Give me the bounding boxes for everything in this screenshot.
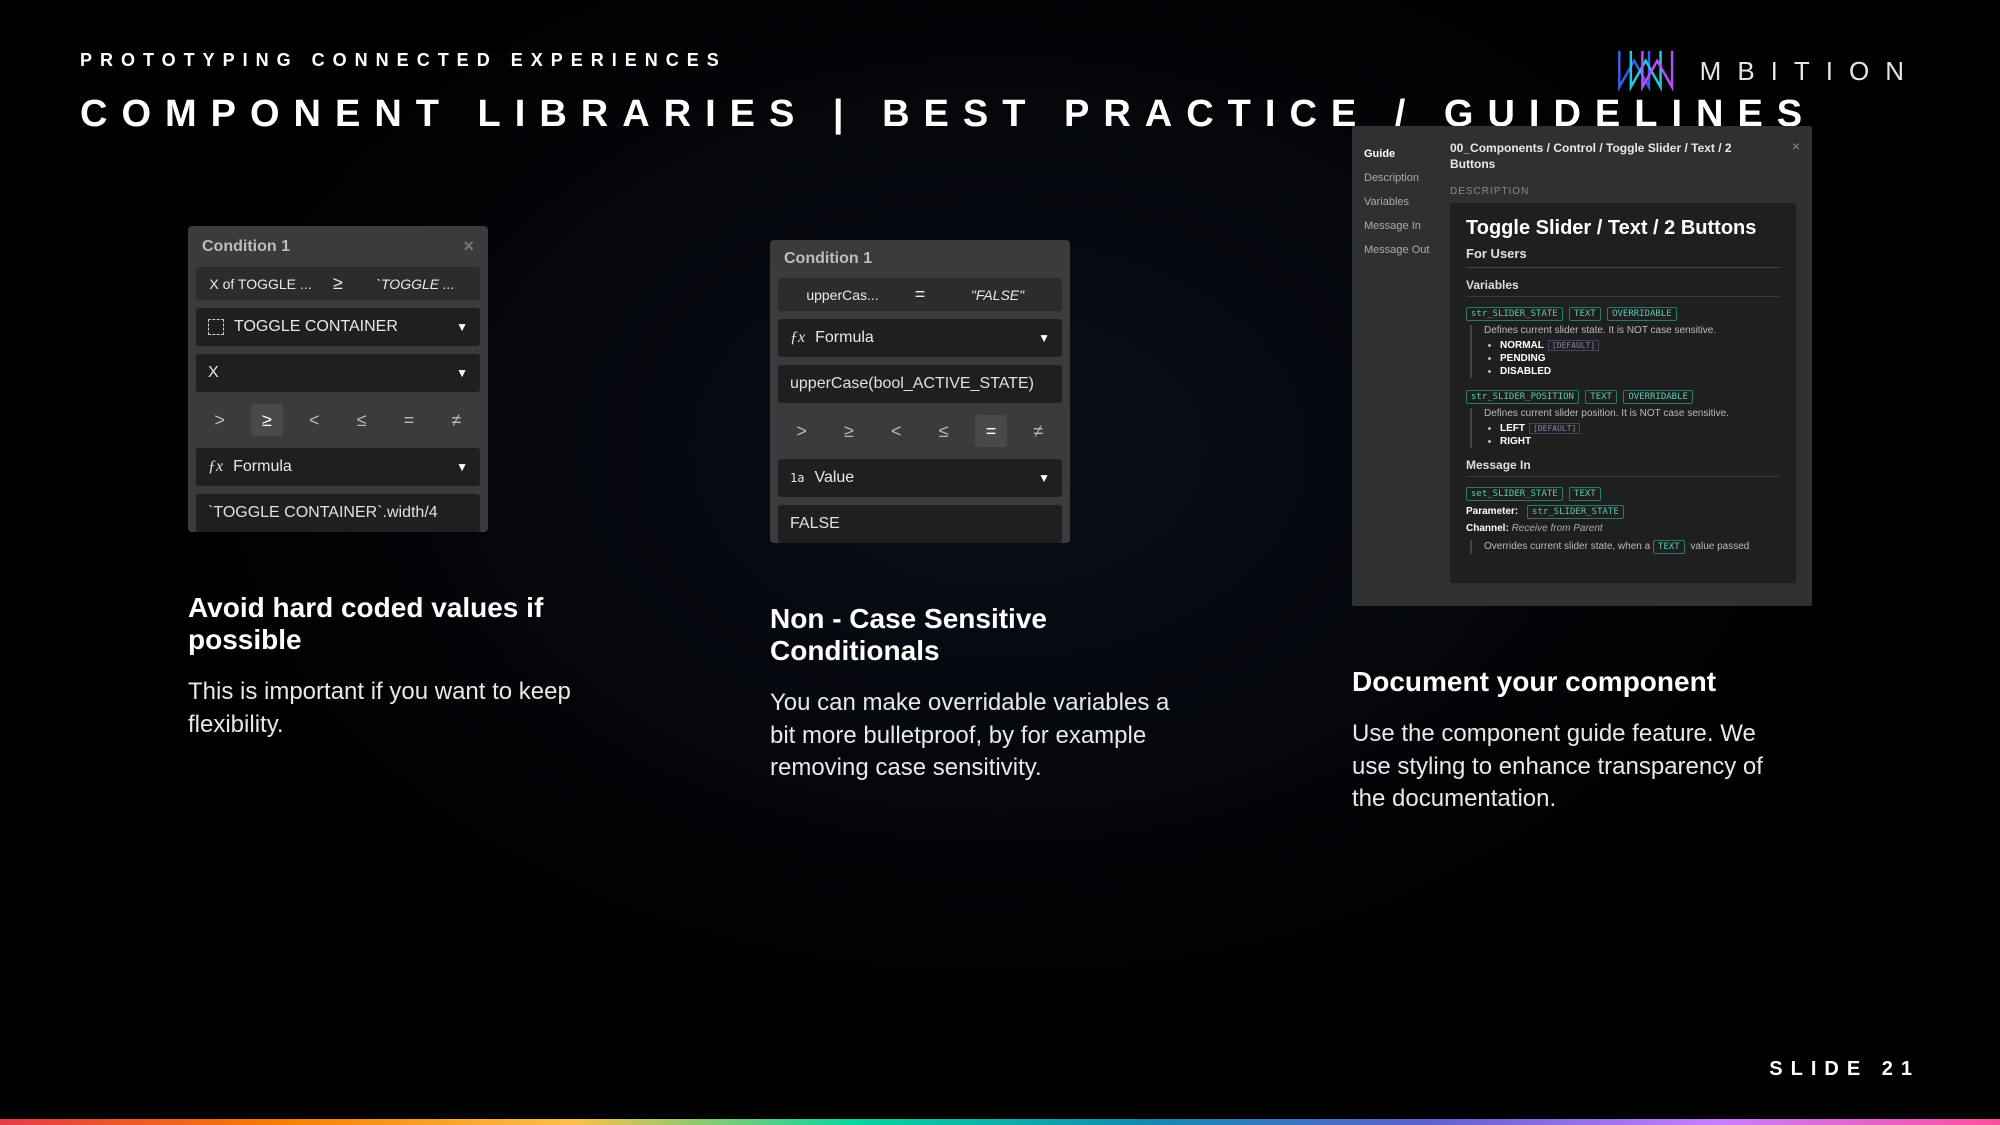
column-body: This is important if you want to keep fl… — [188, 676, 608, 741]
tag: TEXT — [1569, 307, 1601, 321]
op-eq[interactable]: = — [393, 404, 425, 436]
column-title: Avoid hard coded values if possible — [188, 592, 630, 656]
panel-title: Condition 1 — [784, 250, 872, 268]
logo-mark-icon — [1616, 44, 1682, 99]
chevron-down-icon: ▼ — [456, 460, 468, 474]
operator-row: > ≥ < ≤ = ≠ — [778, 411, 1062, 451]
tag: TEXT — [1569, 487, 1601, 501]
summary-right: "FALSE" — [943, 287, 1052, 303]
doc-main: × 00_Components / Control / Toggle Slide… — [1444, 126, 1812, 606]
nav-message-in[interactable]: Message In — [1360, 214, 1436, 238]
op-lt[interactable]: < — [880, 415, 912, 447]
var1-block: Defines current slider state. It is NOT … — [1470, 325, 1780, 378]
chevron-down-icon: ▼ — [456, 366, 468, 380]
doc-heading: Toggle Slider / Text / 2 Buttons — [1466, 217, 1780, 240]
column-3: Guide Description Variables Message In M… — [1352, 226, 1812, 815]
condition-panel-1: Condition 1 × X of TOGGLE ... ≥ `TOGGLE … — [188, 226, 488, 532]
op-eq[interactable]: = — [975, 415, 1007, 447]
var1-tags: str_SLIDER_STATE TEXT OVERRIDABLE — [1466, 305, 1780, 321]
column-body: Use the component guide feature. We use … — [1352, 718, 1772, 815]
content-columns: Condition 1 × X of TOGGLE ... ≥ `TOGGLE … — [0, 136, 2000, 815]
chevron-down-icon: ▼ — [1038, 471, 1050, 485]
target-dropdown[interactable]: TOGGLE CONTAINER ▼ — [196, 308, 480, 346]
tag: OVERRIDABLE — [1607, 307, 1677, 321]
doc-subheading: For Users — [1466, 246, 1780, 268]
condition-panel-2: Condition 1 upperCas... = "FALSE" ƒxForm… — [770, 240, 1070, 543]
documentation-panel: Guide Description Variables Message In M… — [1352, 126, 1812, 606]
condition-summary: X of TOGGLE ... ≥ `TOGGLE ... — [196, 267, 480, 300]
value-type-dropdown[interactable]: ƒxFormula ▼ — [196, 448, 480, 486]
var2-desc: Defines current slider position. It is N… — [1484, 408, 1780, 419]
op-gt[interactable]: > — [204, 404, 236, 436]
slide-number: SLIDE 21 — [1769, 1058, 1920, 1081]
column-title: Non - Case Sensitive Conditionals — [770, 603, 1212, 667]
column-2: Condition 1 upperCas... = "FALSE" ƒxForm… — [770, 226, 1212, 785]
var2-tags: str_SLIDER_POSITION TEXT OVERRIDABLE — [1466, 388, 1780, 404]
op-neq[interactable]: ≠ — [1022, 415, 1054, 447]
value-input[interactable]: FALSE — [778, 505, 1062, 543]
summary-op: ≥ — [323, 273, 353, 294]
value-dropdown[interactable]: 1aValue ▼ — [778, 459, 1062, 497]
formula-input[interactable]: `TOGGLE CONTAINER`.width/4 — [196, 494, 480, 532]
doc-body: Toggle Slider / Text / 2 Buttons For Use… — [1450, 203, 1796, 583]
formula-input[interactable]: upperCase(bool_ACTIVE_STATE) — [778, 365, 1062, 403]
variables-header: Variables — [1466, 278, 1780, 297]
value-type-dropdown[interactable]: ƒxFormula ▼ — [778, 319, 1062, 357]
var2-block: Defines current slider position. It is N… — [1470, 408, 1780, 448]
doc-nav: Guide Description Variables Message In M… — [1352, 126, 1444, 606]
summary-left: X of TOGGLE ... — [206, 276, 315, 292]
message-in-header: Message In — [1466, 458, 1780, 477]
summary-op: = — [905, 284, 935, 305]
summary-right: `TOGGLE ... — [361, 276, 470, 292]
operator-row: > ≥ < ≤ = ≠ — [196, 400, 480, 440]
description-label: DESCRIPTION — [1450, 186, 1796, 197]
op-neq[interactable]: ≠ — [440, 404, 472, 436]
formula-icon: ƒx — [790, 329, 805, 347]
msgin-desc: Overrides current slider state, when a T… — [1470, 540, 1780, 554]
nav-message-out[interactable]: Message Out — [1360, 238, 1436, 262]
chevron-down-icon: ▼ — [1038, 331, 1050, 345]
column-body: You can make overridable variables a bit… — [770, 687, 1190, 784]
close-icon[interactable]: × — [1792, 138, 1800, 154]
rainbow-bar — [0, 1119, 2000, 1125]
logo: MBITION — [1616, 44, 1920, 99]
value-icon: 1a — [790, 471, 804, 485]
panel-header: Condition 1 — [770, 240, 1070, 278]
nav-guide[interactable]: Guide — [1360, 142, 1436, 166]
formula-icon: ƒx — [208, 458, 223, 476]
op-lte[interactable]: ≤ — [346, 404, 378, 436]
summary-left: upperCas... — [788, 287, 897, 303]
nav-variables[interactable]: Variables — [1360, 190, 1436, 214]
nav-description[interactable]: Description — [1360, 166, 1436, 190]
param-row: Parameter: str_SLIDER_STATE — [1466, 505, 1780, 519]
condition-summary: upperCas... = "FALSE" — [778, 278, 1062, 311]
op-gte[interactable]: ≥ — [833, 415, 865, 447]
tag: TEXT — [1585, 390, 1617, 404]
breadcrumb: 00_Components / Control / Toggle Slider … — [1450, 140, 1796, 172]
op-lte[interactable]: ≤ — [928, 415, 960, 447]
close-icon[interactable]: × — [463, 236, 474, 257]
op-lt[interactable]: < — [298, 404, 330, 436]
tag: OVERRIDABLE — [1623, 390, 1693, 404]
panel-header: Condition 1 × — [188, 226, 488, 267]
tag: str_SLIDER_POSITION — [1466, 390, 1579, 404]
msgin-tags: set_SLIDER_STATE TEXT — [1466, 485, 1780, 501]
var1-desc: Defines current slider state. It is NOT … — [1484, 325, 1780, 336]
op-gte[interactable]: ≥ — [251, 404, 283, 436]
column-1: Condition 1 × X of TOGGLE ... ≥ `TOGGLE … — [188, 226, 630, 741]
tag: set_SLIDER_STATE — [1466, 487, 1563, 501]
op-gt[interactable]: > — [786, 415, 818, 447]
property-dropdown[interactable]: X ▼ — [196, 354, 480, 392]
column-title: Document your component — [1352, 666, 1812, 698]
logo-text: MBITION — [1700, 56, 1920, 87]
container-icon — [208, 319, 224, 335]
channel-row: Channel: Receive from Parent — [1466, 523, 1780, 534]
panel-title: Condition 1 — [202, 238, 290, 256]
tag: str_SLIDER_STATE — [1466, 307, 1563, 321]
chevron-down-icon: ▼ — [456, 320, 468, 334]
